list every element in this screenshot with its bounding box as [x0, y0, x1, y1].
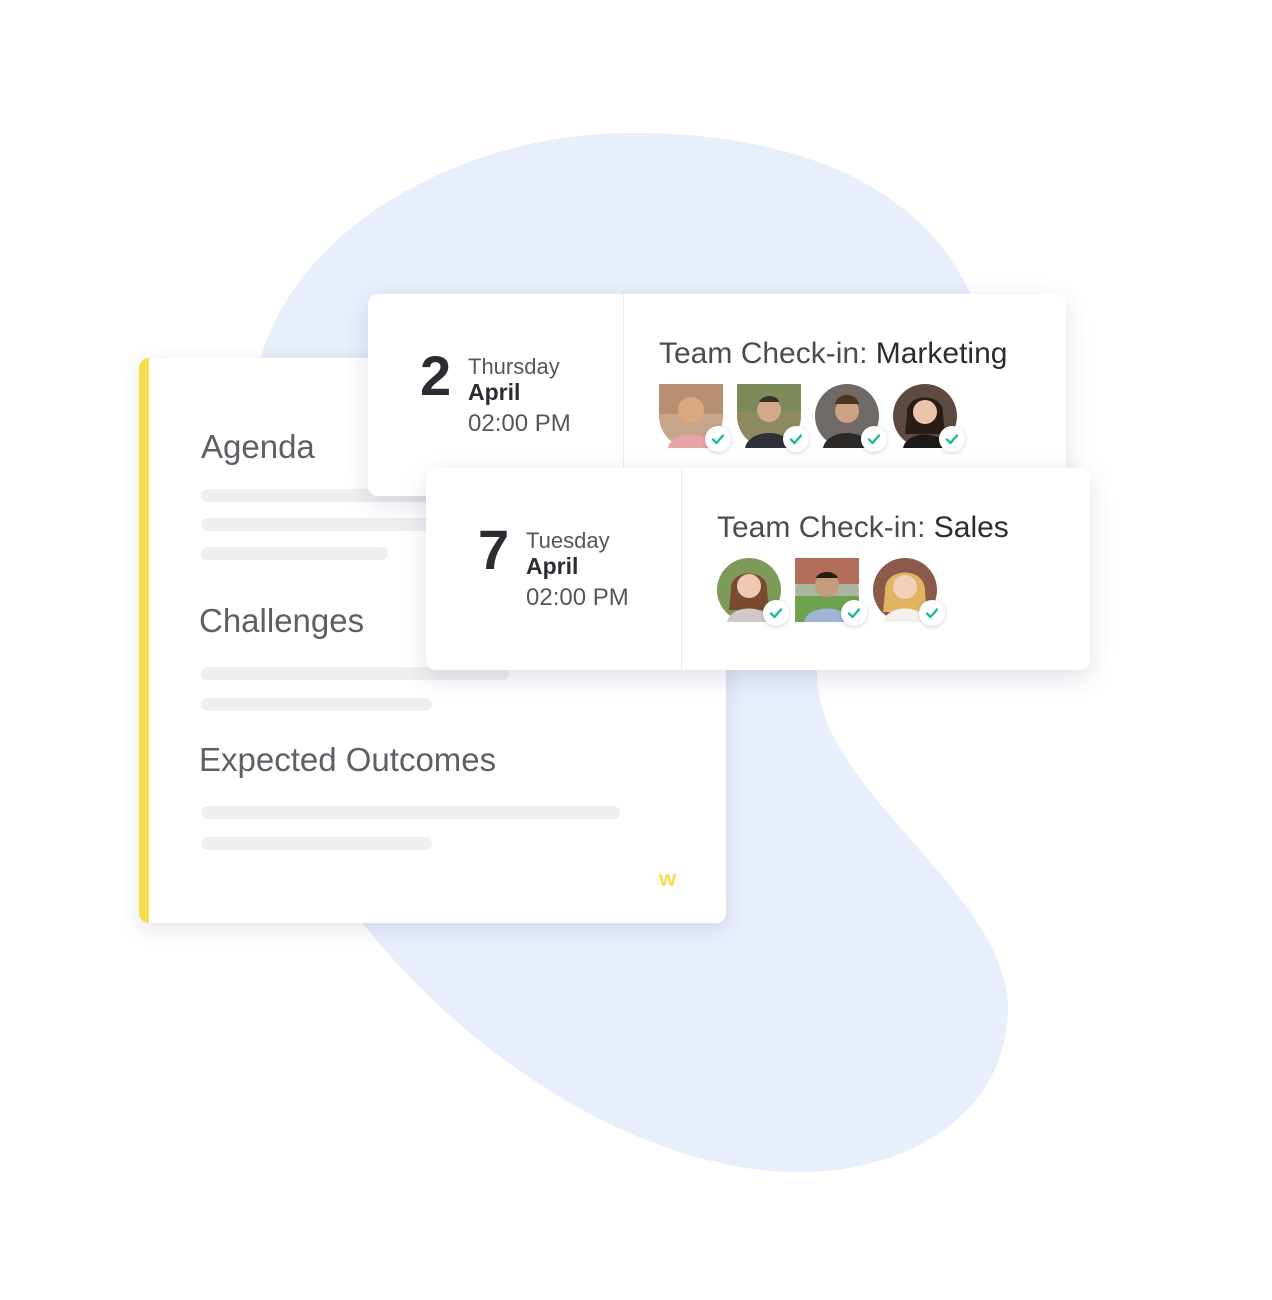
date-block: 7 Tuesday April 02:00 PM: [426, 468, 682, 670]
check-icon: [705, 426, 731, 452]
attendee-list: [659, 384, 1066, 452]
attendee[interactable]: [795, 558, 867, 626]
check-icon: [841, 600, 867, 626]
weekday: Tuesday: [526, 528, 610, 553]
attendee[interactable]: [717, 558, 789, 626]
date-block: 2 Thursday April 02:00 PM: [368, 294, 624, 496]
meeting-title[interactable]: Team Check-in: Sales: [717, 510, 1090, 546]
check-icon: [939, 426, 965, 452]
attendee[interactable]: [737, 384, 809, 452]
attendee-list: [717, 558, 1090, 626]
month: April: [468, 379, 521, 405]
challenges-heading: Challenges: [199, 602, 365, 639]
team-name: Marketing: [875, 337, 1008, 370]
expected-outcomes-heading: Expected Outcomes: [199, 741, 497, 778]
check-icon: [861, 426, 887, 452]
placeholder-line: [201, 518, 431, 531]
meeting-card-sales[interactable]: 7 Tuesday April 02:00 PM Team Check-in: …: [426, 468, 1090, 670]
team-name: Sales: [933, 511, 1009, 544]
attendee[interactable]: [873, 558, 945, 626]
title-prefix: Team Check-in:: [717, 511, 934, 544]
attendee[interactable]: [659, 384, 731, 452]
title-prefix: Team Check-in:: [659, 337, 876, 370]
brand-logo: w: [659, 866, 676, 891]
accent-bar: [139, 358, 149, 923]
check-icon: [763, 600, 789, 626]
day-number: 2: [420, 344, 452, 407]
placeholder-line: [201, 698, 432, 711]
check-icon: [919, 600, 945, 626]
month: April: [526, 553, 579, 579]
weekday: Thursday: [468, 354, 560, 379]
check-icon: [783, 426, 809, 452]
meeting-time: 02:00 PM: [526, 584, 629, 611]
meeting-details: Team Check-in: Sales: [682, 468, 1090, 670]
meeting-time: 02:00 PM: [468, 410, 571, 437]
meeting-details: Team Check-in: Marketing: [624, 294, 1066, 496]
meeting-card-marketing[interactable]: 2 Thursday April 02:00 PM Team Check-in:…: [368, 294, 1066, 496]
day-number: 7: [478, 518, 510, 581]
placeholder-line: [201, 547, 388, 560]
agenda-heading: Agenda: [201, 428, 315, 465]
placeholder-line: [201, 837, 432, 850]
meeting-title[interactable]: Team Check-in: Marketing: [659, 336, 1066, 372]
placeholder-line: [201, 806, 620, 819]
attendee[interactable]: [893, 384, 965, 452]
attendee[interactable]: [815, 384, 887, 452]
